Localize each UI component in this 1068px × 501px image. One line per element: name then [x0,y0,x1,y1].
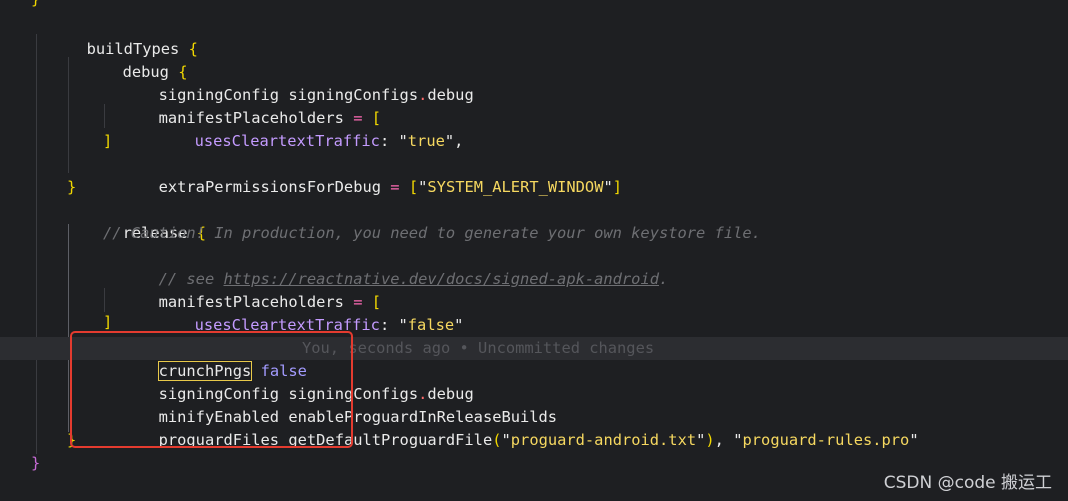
code-line[interactable]: debug { [0,38,1068,81]
code-line[interactable]: } [0,176,1068,199]
code-editor[interactable]: } buildTypes { debug { signingConfig sig… [0,0,1068,501]
code-line[interactable]: // see https://reactnative.dev/docs/sign… [0,245,1068,288]
code-line[interactable]: release { [0,199,1068,242]
code-line[interactable]: // Caution! In production, you need to g… [0,222,1068,245]
code-line[interactable]: buildTypes { [0,15,1068,58]
git-blame-annotation: You, seconds ago • Uncommitted changes [302,339,655,357]
code-line[interactable]: ] [0,130,1068,153]
code-line[interactable]: manifestPlaceholders = [ [0,268,1068,311]
close-bracket: ] [103,132,113,150]
closing-brace: } [67,178,77,196]
watermark: CSDN @code 搬运工 [883,473,1052,493]
annotation-highlight-box [70,331,353,448]
closing-brace: } [31,454,41,472]
code-line[interactable]: usesCleartextTraffic: "true", [0,107,1068,150]
code-line[interactable]: } [0,0,1068,11]
comment: // Caution! In production, you need to g… [103,224,761,242]
closing-brace: } [31,0,40,11]
code-line[interactable]: extraPermissionsForDebug = ["SYSTEM_ALER… [0,153,1068,196]
code-line[interactable]: manifestPlaceholders = [ [0,84,1068,127]
code-line[interactable]: signingConfig signingConfigs.debug [0,61,1068,104]
